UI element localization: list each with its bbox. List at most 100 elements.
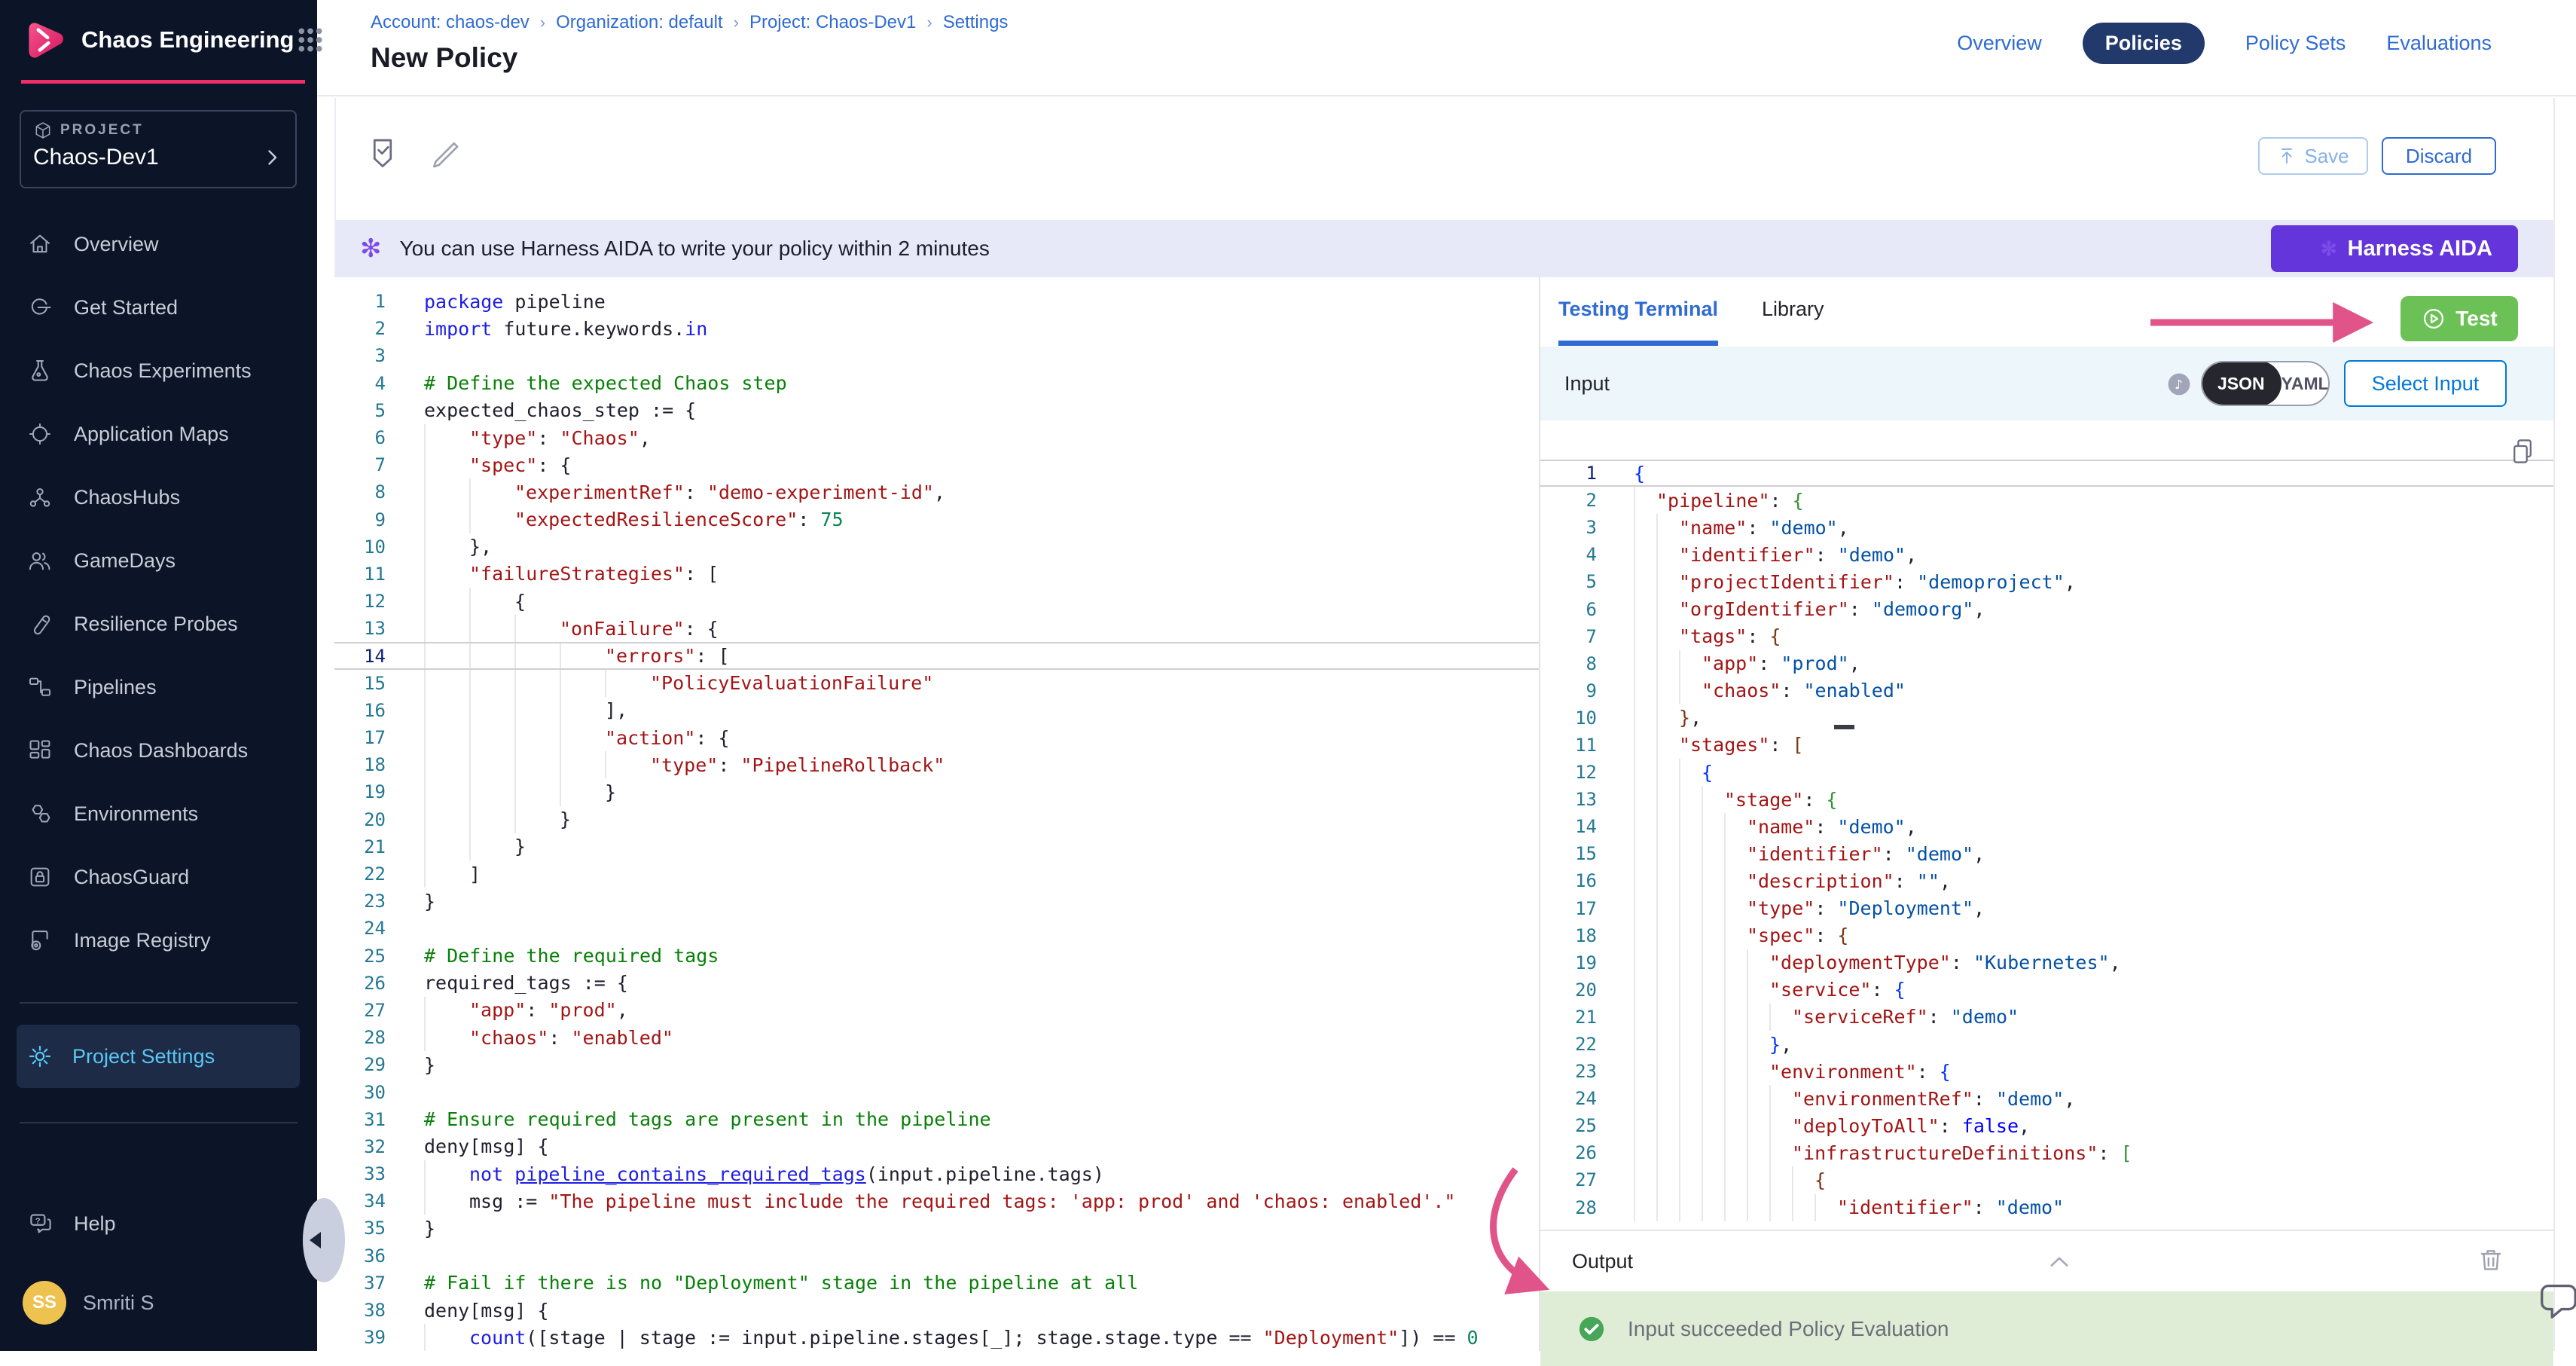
policy-code-line-28[interactable]: 28"chaos": "enabled" xyxy=(334,1024,1539,1051)
policy-code-line-12[interactable]: 12{ xyxy=(334,588,1539,615)
input-json-line-23[interactable]: 23"environment": { xyxy=(1540,1058,2553,1085)
policy-code-line-6[interactable]: 6"type": "Chaos", xyxy=(334,424,1539,451)
input-json-line-12[interactable]: 12{ xyxy=(1540,759,2553,786)
sidebar-item-overview[interactable]: Overview xyxy=(0,212,317,276)
input-json-line-11[interactable]: 11"stages": [ xyxy=(1540,732,2553,759)
input-json-line-19[interactable]: 19"deploymentType": "Kubernetes", xyxy=(1540,949,2553,976)
sidebar-collapse-handle[interactable] xyxy=(303,1198,345,1282)
input-json-line-27[interactable]: 27{ xyxy=(1540,1166,2553,1193)
policy-code-line-5[interactable]: 5expected_chaos_step := { xyxy=(334,397,1539,424)
input-json-line-6[interactable]: 6"orgIdentifier": "demoorg", xyxy=(1540,595,2553,622)
input-json-line-3[interactable]: 3"name": "demo", xyxy=(1540,514,2553,541)
input-json-line-10[interactable]: 10}, xyxy=(1540,704,2553,732)
sidebar-item-application-maps[interactable]: Application Maps xyxy=(0,402,317,466)
policy-code-line-8[interactable]: 8"experimentRef": "demo-experiment-id", xyxy=(334,478,1539,506)
input-json-line-16[interactable]: 16"description": "", xyxy=(1540,867,2553,894)
policy-code-line-32[interactable]: 32deny[msg] { xyxy=(334,1133,1539,1160)
policy-code-line-26[interactable]: 26required_tags := { xyxy=(334,970,1539,997)
sidebar-item-resilience-probes[interactable]: Resilience Probes xyxy=(0,592,317,655)
tab-policies[interactable]: Policies xyxy=(2083,23,2205,64)
sidebar-item-chaosguard[interactable]: ChaosGuard xyxy=(0,845,317,909)
trash-icon[interactable] xyxy=(2477,1246,2505,1275)
toggle-yaml[interactable]: YAML xyxy=(2281,374,2329,394)
policy-code-line-36[interactable]: 36 xyxy=(334,1242,1539,1270)
policy-code-line-4[interactable]: 4# Define the expected Chaos step xyxy=(334,370,1539,397)
copy-icon[interactable] xyxy=(2508,437,2537,466)
sidebar-item-chaos-experiments[interactable]: Chaos Experiments xyxy=(0,339,317,402)
sidebar-item-chaos-dashboards[interactable]: Chaos Dashboards xyxy=(0,719,317,782)
input-json-line-18[interactable]: 18"spec": { xyxy=(1540,922,2553,949)
test-button[interactable]: Test xyxy=(2401,296,2518,341)
format-toggle[interactable]: JSON YAML xyxy=(2201,361,2330,406)
input-json-line-24[interactable]: 24"environmentRef": "demo", xyxy=(1540,1085,2553,1112)
policy-code-line-1[interactable]: 1package pipeline xyxy=(334,288,1539,315)
breadcrumb-link[interactable]: Account: chaos-dev xyxy=(371,12,530,33)
input-json-line-13[interactable]: 13"stage": { xyxy=(1540,786,2553,813)
policy-code-editor[interactable]: 1package pipeline2import future.keywords… xyxy=(334,277,1539,1351)
discard-button[interactable]: Discard xyxy=(2382,137,2496,175)
chevron-up-icon[interactable] xyxy=(2046,1249,2072,1275)
tab-testing-terminal[interactable]: Testing Terminal xyxy=(1558,277,1718,346)
policy-code-line-2[interactable]: 2import future.keywords.in xyxy=(334,315,1539,342)
tab-policy-sets[interactable]: Policy Sets xyxy=(2245,32,2346,55)
input-json-line-4[interactable]: 4"identifier": "demo", xyxy=(1540,541,2553,568)
policy-code-line-20[interactable]: 20} xyxy=(334,806,1539,833)
policy-code-line-15[interactable]: 15"PolicyEvaluationFailure" xyxy=(334,670,1539,697)
policy-code-line-22[interactable]: 22] xyxy=(334,860,1539,888)
policy-code-line-39[interactable]: 39count([stage | stage := input.pipeline… xyxy=(334,1324,1539,1351)
policy-code-line-38[interactable]: 38deny[msg] { xyxy=(334,1297,1539,1324)
sidebar-item-help[interactable]: ? Help xyxy=(27,1193,116,1254)
policy-code-line-10[interactable]: 10}, xyxy=(334,533,1539,561)
input-json-line-28[interactable]: 28"identifier": "demo" xyxy=(1540,1194,2553,1221)
save-button[interactable]: Save xyxy=(2258,137,2368,175)
policy-code-line-34[interactable]: 34msg := "The pipeline must include the … xyxy=(334,1187,1539,1215)
breadcrumb-link[interactable]: Organization: default xyxy=(556,12,722,33)
input-json-line-9[interactable]: 9"chaos": "enabled" xyxy=(1540,677,2553,704)
tab-library[interactable]: Library xyxy=(1762,277,1824,341)
tab-evaluations[interactable]: Evaluations xyxy=(2386,32,2492,55)
sidebar-item-project-settings[interactable]: Project Settings xyxy=(17,1025,300,1088)
breadcrumb-link[interactable]: Settings xyxy=(943,12,1009,33)
breadcrumb-link[interactable]: Project: Chaos-Dev1 xyxy=(749,12,916,33)
sidebar-item-image-registry[interactable]: Image Registry xyxy=(0,909,317,972)
input-json-line-21[interactable]: 21"serviceRef": "demo" xyxy=(1540,1004,2553,1031)
support-chat-fab-icon[interactable] xyxy=(2535,1278,2576,1322)
input-json-line-25[interactable]: 25"deployToAll": false, xyxy=(1540,1112,2553,1139)
policy-code-line-23[interactable]: 23} xyxy=(334,888,1539,915)
policy-code-line-35[interactable]: 35} xyxy=(334,1215,1539,1242)
sidebar-item-chaoshubs[interactable]: ChaosHubs xyxy=(0,466,317,529)
user-menu[interactable]: SS Smriti S xyxy=(23,1281,154,1325)
policy-code-line-11[interactable]: 11"failureStrategies": [ xyxy=(334,561,1539,588)
sidebar-item-pipelines[interactable]: Pipelines xyxy=(0,655,317,719)
input-json-line-22[interactable]: 22}, xyxy=(1540,1031,2553,1058)
policy-code-line-21[interactable]: 21} xyxy=(334,833,1539,860)
sidebar-item-environments[interactable]: Environments xyxy=(0,782,317,845)
app-switcher-grid-icon[interactable] xyxy=(294,23,327,57)
policy-code-line-27[interactable]: 27"app": "prod", xyxy=(334,997,1539,1024)
input-json-line-1[interactable]: 1{ xyxy=(1540,460,2553,487)
input-json-line-5[interactable]: 5"projectIdentifier": "demoproject", xyxy=(1540,568,2553,595)
policy-code-line-17[interactable]: 17"action": { xyxy=(334,724,1539,751)
toggle-json[interactable]: JSON xyxy=(2201,361,2281,406)
policy-code-line-19[interactable]: 19} xyxy=(334,778,1539,805)
policy-code-line-25[interactable]: 25# Define the required tags xyxy=(334,943,1539,970)
policy-code-line-3[interactable]: 3 xyxy=(334,342,1539,369)
input-json-line-20[interactable]: 20"service": { xyxy=(1540,976,2553,1004)
policy-code-line-37[interactable]: 37# Fail if there is no "Deployment" sta… xyxy=(334,1270,1539,1297)
sidebar-item-gamedays[interactable]: GameDays xyxy=(0,529,317,592)
harness-aida-button[interactable]: ✻ Harness AIDA xyxy=(2271,225,2518,272)
opa-icon[interactable]: ♪ xyxy=(2165,371,2193,398)
input-json-editor[interactable]: 1{2"pipeline": {3"name": "demo",4"identi… xyxy=(1540,420,2553,1230)
input-json-line-8[interactable]: 8"app": "prod", xyxy=(1540,650,2553,677)
shield-check-icon[interactable] xyxy=(365,136,400,170)
input-json-line-7[interactable]: 7"tags": { xyxy=(1540,623,2553,650)
harness-logo-icon[interactable] xyxy=(20,17,66,63)
policy-code-line-30[interactable]: 30 xyxy=(334,1078,1539,1105)
input-json-line-15[interactable]: 15"identifier": "demo", xyxy=(1540,840,2553,867)
policy-code-line-16[interactable]: 16], xyxy=(334,697,1539,724)
policy-code-line-31[interactable]: 31# Ensure required tags are present in … xyxy=(334,1106,1539,1133)
policy-code-line-33[interactable]: 33not pipeline_contains_required_tags(in… xyxy=(334,1160,1539,1187)
policy-code-line-29[interactable]: 29} xyxy=(334,1051,1539,1078)
policy-code-line-9[interactable]: 9"expectedResilienceScore": 75 xyxy=(334,506,1539,533)
policy-code-line-7[interactable]: 7"spec": { xyxy=(334,451,1539,478)
